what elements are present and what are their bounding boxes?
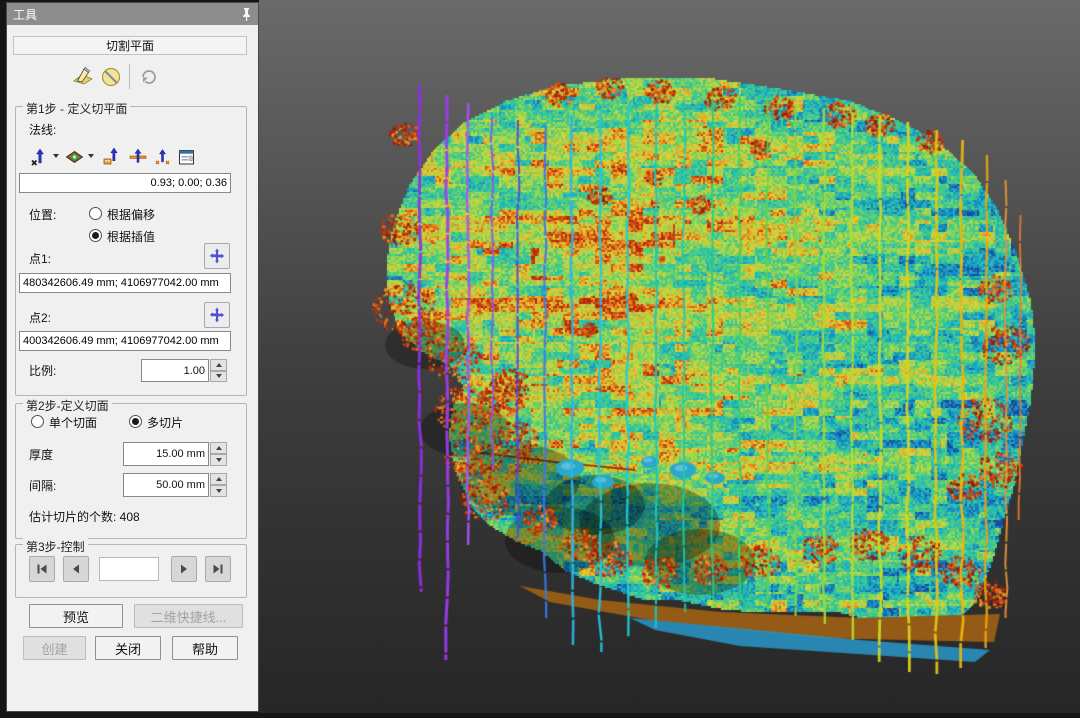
thickness-label: 厚度 — [29, 446, 53, 463]
next-slice-button[interactable] — [171, 556, 197, 582]
pick-point-icon — [209, 248, 225, 264]
radio-multi-slice[interactable] — [129, 415, 142, 428]
pin-icon[interactable] — [241, 7, 252, 22]
point-cloud-view[interactable] — [259, 0, 1080, 713]
prev-slice-button[interactable] — [63, 556, 89, 582]
interval-up-button[interactable] — [210, 473, 227, 485]
thickness-spinner: 15.00 mm — [123, 442, 227, 466]
application-window: 工具 切割平面 第1步 - 定义切平面 法线: — [0, 0, 1080, 718]
scale-label: 比例: — [29, 362, 56, 379]
slice-index-field[interactable] — [99, 557, 159, 581]
tool-header-label: 切割平面 — [106, 37, 154, 54]
up-arrow-icon — [216, 446, 222, 450]
axis-normal-icon — [30, 148, 49, 167]
pick-point-icon — [209, 307, 225, 323]
point1-label: 点1: — [29, 250, 51, 267]
up-arrow-icon — [216, 363, 222, 367]
viewport-3d-container — [259, 0, 1080, 713]
normal-label: 法线: — [29, 121, 56, 138]
panel-title: 工具 — [13, 6, 241, 23]
reset-button[interactable] — [135, 63, 163, 91]
interval-down-button[interactable] — [210, 485, 227, 497]
first-slice-button[interactable] — [29, 556, 55, 582]
up-arrow-icon — [216, 477, 222, 481]
help-button[interactable]: 帮助 — [172, 636, 238, 660]
plane-pick-dropdown[interactable] — [86, 143, 95, 169]
forbid-circle-icon — [100, 66, 122, 88]
close-button-label: 关闭 — [115, 639, 141, 658]
last-slice-icon — [212, 563, 224, 575]
radio-by-offset[interactable] — [89, 207, 102, 220]
point1-value: 480342606.49 mm; 4106977042.00 mm — [23, 277, 219, 289]
numeric-input-button[interactable] — [174, 143, 199, 171]
down-arrow-icon — [216, 489, 222, 493]
axis-normal-button[interactable] — [27, 143, 52, 171]
shortcut-2d-button[interactable]: 二维快捷线... — [134, 604, 243, 628]
slices-estimate: 估计切片的个数: 408 — [29, 508, 140, 525]
tool-header: 切割平面 — [13, 36, 247, 55]
radio-by-interpolation[interactable] — [89, 229, 102, 242]
plane-pick-button[interactable] — [62, 143, 87, 171]
shortcut-2d-button-label: 二维快捷线... — [151, 607, 227, 626]
create-button[interactable]: 创建 — [23, 636, 86, 660]
down-arrow-icon — [216, 374, 222, 378]
point1-pick-button[interactable] — [204, 243, 230, 269]
radio-single-section[interactable] — [31, 415, 44, 428]
scale-value[interactable]: 1.00 — [141, 359, 209, 382]
radio-single-section-label[interactable]: 单个切面 — [49, 414, 97, 431]
scale-up-button[interactable] — [210, 359, 227, 371]
step3-legend: 第3步-控制 — [23, 538, 88, 555]
last-slice-button[interactable] — [205, 556, 231, 582]
point2-label: 点2: — [29, 309, 51, 326]
fit-points-icon — [102, 147, 122, 167]
thickness-up-button[interactable] — [210, 442, 227, 454]
scale-down-button[interactable] — [210, 371, 227, 383]
thickness-value[interactable]: 15.00 mm — [123, 442, 209, 466]
panel-titlebar[interactable]: 工具 — [7, 3, 258, 25]
step1-legend: 第1步 - 定义切平面 — [23, 100, 130, 117]
radio-by-interpolation-label[interactable]: 根据插值 — [107, 228, 155, 245]
down-arrow-icon — [216, 458, 222, 462]
normal-value-field[interactable]: 0.93; 0.00; 0.36 — [19, 173, 231, 193]
first-slice-icon — [36, 563, 48, 575]
fit-points-button[interactable] — [98, 143, 125, 171]
forbid-plane-button[interactable] — [97, 63, 125, 91]
normal-value: 0.93; 0.00; 0.36 — [151, 177, 227, 189]
three-points-icon — [153, 148, 172, 167]
two-points-button[interactable] — [124, 143, 151, 171]
edit-plane-button[interactable] — [69, 63, 97, 91]
position-label: 位置: — [29, 206, 56, 223]
numeric-input-icon — [177, 148, 196, 167]
thickness-down-button[interactable] — [210, 454, 227, 466]
point2-value-field[interactable]: 400342606.49 mm; 4106977042.00 mm — [19, 331, 231, 351]
axis-normal-dropdown[interactable] — [51, 143, 60, 169]
radio-by-offset-label[interactable]: 根据偏移 — [107, 206, 155, 223]
tools-panel: 工具 切割平面 第1步 - 定义切平面 法线: — [6, 2, 259, 712]
create-button-label: 创建 — [41, 639, 67, 658]
two-points-icon — [128, 147, 148, 167]
preview-button[interactable]: 预览 — [29, 604, 123, 628]
point2-value: 400342606.49 mm; 4106977042.00 mm — [23, 335, 219, 347]
reset-icon — [138, 66, 160, 88]
interval-spinner: 50.00 mm — [123, 473, 227, 497]
three-points-button[interactable] — [150, 143, 175, 171]
edit-plane-icon — [72, 66, 94, 88]
interval-label: 间隔: — [29, 477, 56, 494]
point2-pick-button[interactable] — [204, 302, 230, 328]
help-button-label: 帮助 — [192, 639, 218, 658]
prev-slice-icon — [70, 563, 82, 575]
radio-multi-slice-label[interactable]: 多切片 — [147, 414, 183, 431]
step2-legend: 第2步-定义切面 — [23, 397, 112, 414]
toolbar-separator — [129, 64, 130, 89]
plane-pick-icon — [65, 148, 84, 167]
close-button[interactable]: 关闭 — [95, 636, 161, 660]
interval-value[interactable]: 50.00 mm — [123, 473, 209, 497]
scale-spinner: 1.00 — [141, 359, 227, 382]
next-slice-icon — [178, 563, 190, 575]
point1-value-field[interactable]: 480342606.49 mm; 4106977042.00 mm — [19, 273, 231, 293]
preview-button-label: 预览 — [63, 607, 89, 626]
